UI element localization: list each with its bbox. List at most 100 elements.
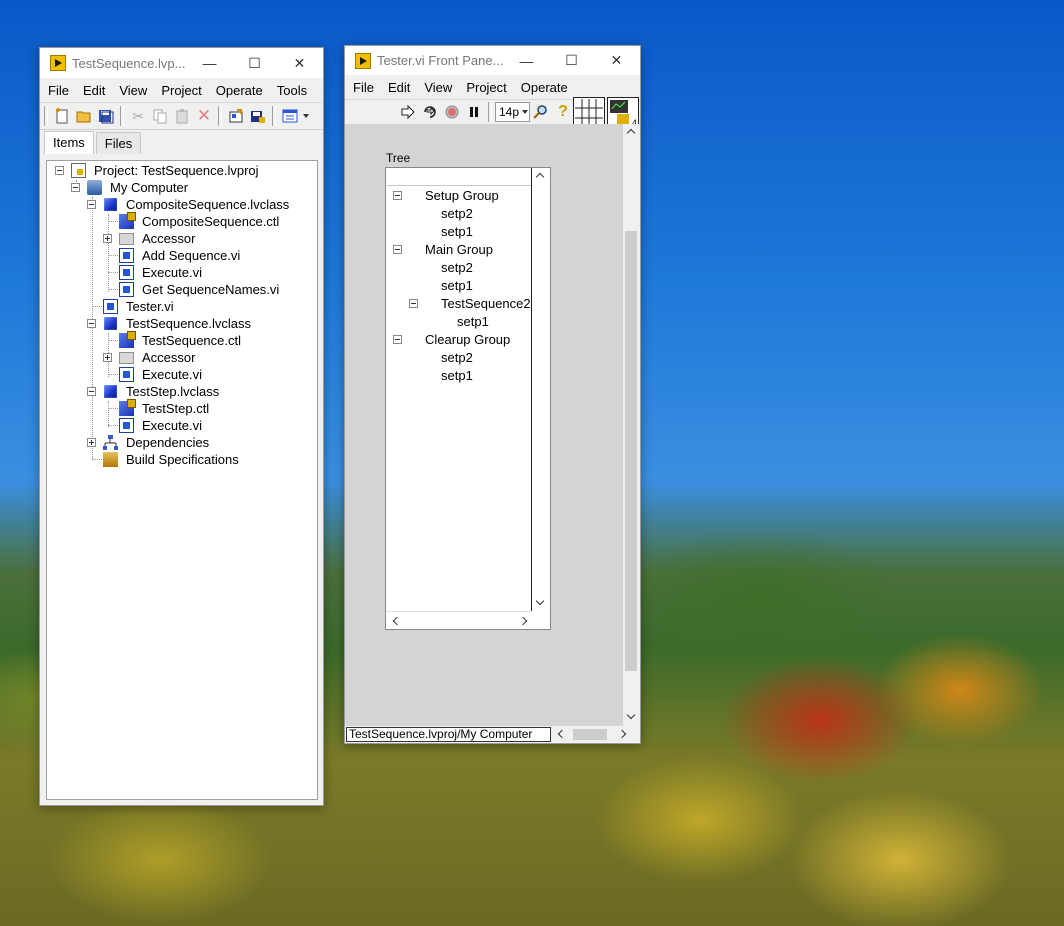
menu-view[interactable]: View — [417, 80, 459, 95]
collapse-icon[interactable] — [87, 387, 96, 396]
project-properties-icon[interactable] — [227, 107, 245, 125]
menu-operate[interactable]: Operate — [209, 83, 270, 98]
tree-item-build-specifications[interactable]: Build Specifications — [47, 451, 315, 468]
tree-item-testsequence-class[interactable]: TestSequence.lvclass — [47, 315, 315, 332]
project-tree[interactable]: Project: TestSequence.lvproj My Computer… — [46, 160, 318, 800]
pause-icon[interactable] — [465, 103, 483, 121]
scrollbar-thumb[interactable] — [625, 231, 637, 671]
close-button[interactable]: ✕ — [594, 46, 639, 75]
tree-item-tester-vi[interactable]: Tester.vi — [47, 298, 315, 315]
tree-item-setp2[interactable]: setp2 — [386, 349, 530, 366]
tree-item-teststep-ctl[interactable]: TestStep.ctl — [47, 399, 315, 417]
menu-project[interactable]: Project — [154, 83, 208, 98]
tree-vertical-scrollbar[interactable] — [532, 168, 550, 611]
tab-items[interactable]: Items — [44, 131, 94, 154]
collapse-icon[interactable] — [409, 299, 418, 308]
maximize-button[interactable]: ☐ — [549, 46, 594, 75]
status-horizontal-scrollbar[interactable] — [553, 727, 637, 742]
chevron-left-icon[interactable] — [557, 729, 567, 739]
collapse-icon[interactable] — [87, 200, 96, 209]
expand-icon[interactable] — [103, 234, 112, 243]
front-panel-canvas[interactable]: Tree Setup Group setp2 setp1 Main Group … — [345, 124, 623, 726]
tree-item-accessor[interactable]: Accessor — [47, 230, 315, 247]
tree-item-setp1[interactable]: setp1 — [386, 313, 530, 330]
view-options-icon[interactable] — [281, 107, 299, 125]
save-all-icon[interactable] — [97, 107, 115, 125]
front-panel-titlebar[interactable]: Tester.vi Front Pane... — ☐ ✕ — [345, 46, 640, 75]
project-titlebar[interactable]: TestSequence.lvp... — ☐ ✕ — [40, 48, 323, 78]
tree-item-setp2[interactable]: setp2 — [386, 205, 530, 222]
help-icon[interactable]: ? — [554, 103, 572, 121]
minimize-button[interactable]: — — [504, 46, 549, 75]
menu-view[interactable]: View — [112, 83, 154, 98]
tree-item-setp1[interactable]: setp1 — [386, 367, 530, 384]
expand-icon[interactable] — [87, 438, 96, 447]
open-icon[interactable] — [75, 107, 93, 125]
tree-item-execute-vi[interactable]: Execute.vi — [47, 417, 315, 434]
tree-item-dependencies[interactable]: Dependencies — [47, 434, 315, 451]
menu-project[interactable]: Project — [459, 80, 513, 95]
minimize-button[interactable]: — — [187, 48, 232, 78]
build-icon[interactable] — [249, 107, 267, 125]
menu-file[interactable]: File — [346, 80, 381, 95]
tree-item-project[interactable]: Project: TestSequence.lvproj — [47, 162, 315, 179]
panel-vertical-scrollbar[interactable] — [623, 124, 639, 726]
expand-icon[interactable] — [103, 353, 112, 362]
chevron-up-icon[interactable] — [535, 172, 545, 182]
chevron-left-icon[interactable] — [392, 616, 402, 626]
tree-item-execute-vi[interactable]: Execute.vi — [47, 366, 315, 383]
tree-item-setp2[interactable]: setp2 — [386, 259, 530, 276]
vi-icon — [103, 299, 118, 314]
chevron-right-icon[interactable] — [617, 729, 627, 739]
tree-item-compositesequence-class[interactable]: CompositeSequence.lvclass — [47, 196, 315, 213]
close-button[interactable]: ✕ — [277, 48, 322, 78]
delete-icon[interactable]: ✕ — [195, 106, 213, 125]
tree-horizontal-scrollbar[interactable] — [386, 611, 532, 630]
tree-group-main[interactable]: Main Group — [386, 241, 530, 258]
maximize-button[interactable]: ☐ — [232, 48, 277, 78]
tree-item-add-sequence-vi[interactable]: Add Sequence.vi — [47, 247, 315, 264]
menu-edit[interactable]: Edit — [381, 80, 417, 95]
collapse-icon[interactable] — [393, 245, 402, 254]
paste-icon[interactable] — [173, 107, 191, 125]
collapse-icon[interactable] — [393, 191, 402, 200]
tree-item-compositesequence-ctl[interactable]: CompositeSequence.ctl — [47, 212, 315, 230]
tree-group-testsequence2[interactable]: TestSequence2 — [386, 295, 530, 312]
menu-edit[interactable]: Edit — [76, 83, 112, 98]
copy-icon[interactable] — [151, 107, 169, 125]
tree-item-my-computer[interactable]: My Computer — [47, 179, 315, 196]
tree-item-setp1[interactable]: setp1 — [386, 223, 530, 240]
collapse-icon[interactable] — [55, 166, 64, 175]
tree-item-accessor[interactable]: Accessor — [47, 349, 315, 366]
toolbar-overflow-icon[interactable] — [303, 114, 309, 118]
font-size-dropdown[interactable]: 14p — [495, 102, 530, 122]
scrollbar-thumb[interactable] — [573, 729, 607, 740]
run-arrow-icon[interactable] — [399, 103, 417, 121]
tree-item-teststep-class[interactable]: TestStep.lvclass — [47, 383, 315, 400]
collapse-icon[interactable] — [71, 183, 80, 192]
tree-group-clearup[interactable]: Clearup Group — [386, 331, 530, 348]
tree-group-setup[interactable]: Setup Group — [386, 187, 530, 204]
tree-control[interactable]: Setup Group setp2 setp1 Main Group setp2… — [385, 167, 551, 630]
vi-icon — [119, 248, 134, 263]
collapse-icon[interactable] — [87, 319, 96, 328]
tree-item-execute-vi[interactable]: Execute.vi — [47, 264, 315, 281]
menu-tools[interactable]: Tools — [270, 83, 314, 98]
chevron-right-icon[interactable] — [518, 616, 528, 626]
tab-files[interactable]: Files — [95, 132, 142, 154]
tree-item-testsequence-ctl[interactable]: TestSequence.ctl — [47, 331, 315, 349]
new-icon[interactable] — [53, 107, 71, 125]
collapse-icon[interactable] — [393, 335, 402, 344]
search-icon[interactable] — [532, 103, 550, 121]
menu-operate[interactable]: Operate — [514, 80, 575, 95]
menu-file[interactable]: File — [41, 83, 76, 98]
chevron-down-icon[interactable] — [535, 596, 545, 606]
tree-item-label: setp1 — [441, 368, 473, 383]
chevron-down-icon[interactable] — [626, 710, 636, 720]
chevron-up-icon[interactable] — [626, 128, 636, 138]
tree-item-get-sequencenames-vi[interactable]: Get SequenceNames.vi — [47, 281, 315, 298]
tree-item-setp1[interactable]: setp1 — [386, 277, 530, 294]
cut-icon[interactable]: ✂ — [129, 107, 147, 125]
abort-icon[interactable] — [443, 103, 461, 121]
run-continuously-icon[interactable] — [421, 103, 439, 121]
